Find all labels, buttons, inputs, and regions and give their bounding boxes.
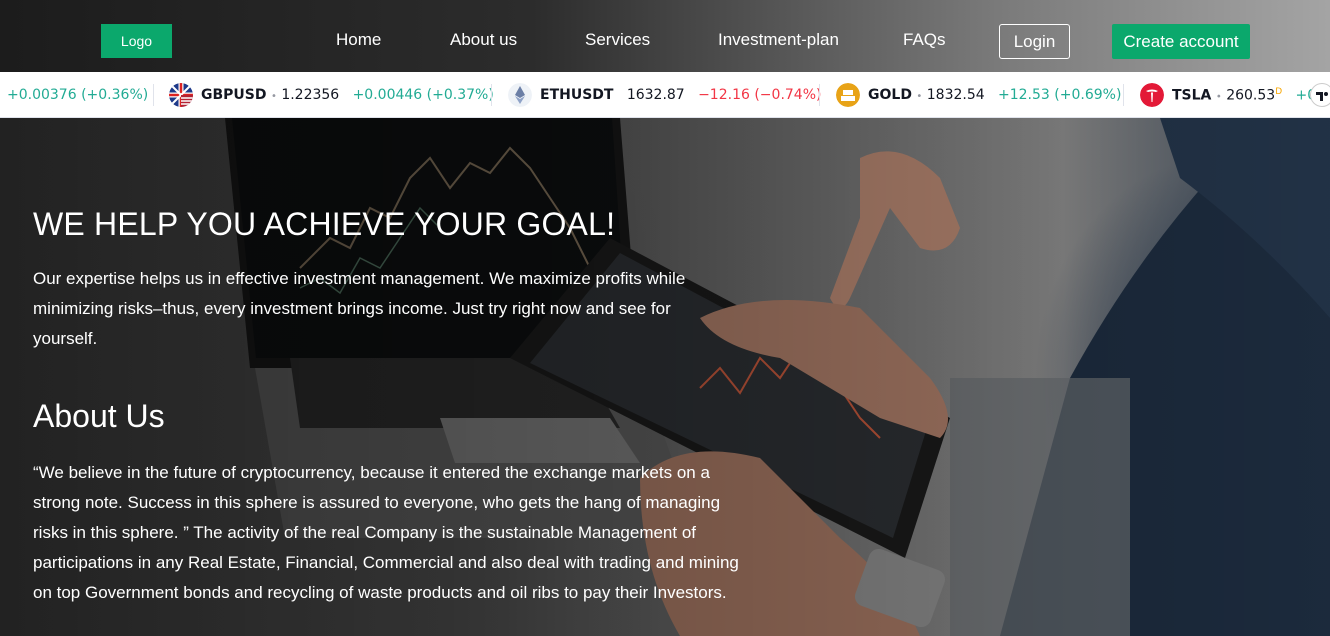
about-description: “We believe in the future of cryptocurre… xyxy=(33,463,739,602)
ticker-item-tsla[interactable]: TSLA • 260.53D +0. xyxy=(1172,87,1321,104)
ticker-price: 1.22356 xyxy=(281,87,340,103)
nav-investment-plan-link[interactable]: Investment-plan xyxy=(718,30,839,50)
ticker-price: 260.53 xyxy=(1226,87,1276,104)
create-account-button[interactable]: Create account xyxy=(1112,24,1250,59)
ticker-divider xyxy=(491,84,492,106)
uk-us-flag-icon xyxy=(169,83,193,107)
ticker-item-gold[interactable]: GOLD • 1832.54 +12.53 (+0.69%) xyxy=(868,87,1121,103)
nav-services-link[interactable]: Services xyxy=(585,30,650,50)
ticker-change: +12.53 (+0.69%) xyxy=(998,87,1122,103)
ticker-symbol: ETHUSDT xyxy=(540,87,614,103)
hero-title: WE HELP YOU ACHIEVE YOUR GOAL! xyxy=(33,206,616,242)
about-title: About Us xyxy=(33,398,165,434)
ticker-price: 1832.54 xyxy=(926,87,985,103)
ticker-divider xyxy=(153,84,154,106)
nav-home-link[interactable]: Home xyxy=(336,30,381,50)
ticker-price: 1632.87 xyxy=(626,87,685,103)
ticker-symbol: GOLD xyxy=(868,87,912,103)
ticker-dot: • xyxy=(916,91,923,102)
ticker-item-ethusdt[interactable]: ETHUSDT 1632.87 −12.16 (−0.74%) xyxy=(540,87,821,103)
tesla-icon xyxy=(1140,83,1164,107)
ticker-symbol: TSLA xyxy=(1172,87,1212,104)
logo[interactable]: Logo xyxy=(101,24,172,58)
site-header: Logo Home About us Services Investment-p… xyxy=(0,0,1330,72)
hero-description: Our expertise helps us in effective inve… xyxy=(33,269,686,348)
ticker-symbol: GBPUSD xyxy=(201,87,267,103)
login-button[interactable]: Login xyxy=(999,24,1070,59)
ticker-dot: • xyxy=(270,91,277,102)
nav-faqs-link[interactable]: FAQs xyxy=(903,30,946,50)
ticker-divider xyxy=(819,84,820,106)
nav-about-link[interactable]: About us xyxy=(450,30,517,50)
ticker-item-gbpusd[interactable]: GBPUSD • 1.22356 +0.00446 (+0.37%) xyxy=(201,87,494,103)
hero-section: WE HELP YOU ACHIEVE YOUR GOAL! Our exper… xyxy=(0,118,1330,636)
ticker-change: +0.00446 (+0.37%) xyxy=(352,87,494,103)
ticker-divider xyxy=(1123,84,1124,106)
ticker-change: −12.16 (−0.74%) xyxy=(698,87,822,103)
ticker-delayed-marker: D xyxy=(1275,87,1283,97)
gold-bars-icon xyxy=(836,83,860,107)
tradingview-icon[interactable] xyxy=(1310,83,1330,107)
ethereum-icon xyxy=(508,83,532,107)
market-ticker-tape[interactable]: +0.00376 (+0.36%) GBPUSD • 1.22356 +0.00… xyxy=(0,72,1330,118)
ticker-partial-change: +0.00376 (+0.36%) xyxy=(7,87,149,103)
ticker-dot: • xyxy=(1215,91,1222,103)
